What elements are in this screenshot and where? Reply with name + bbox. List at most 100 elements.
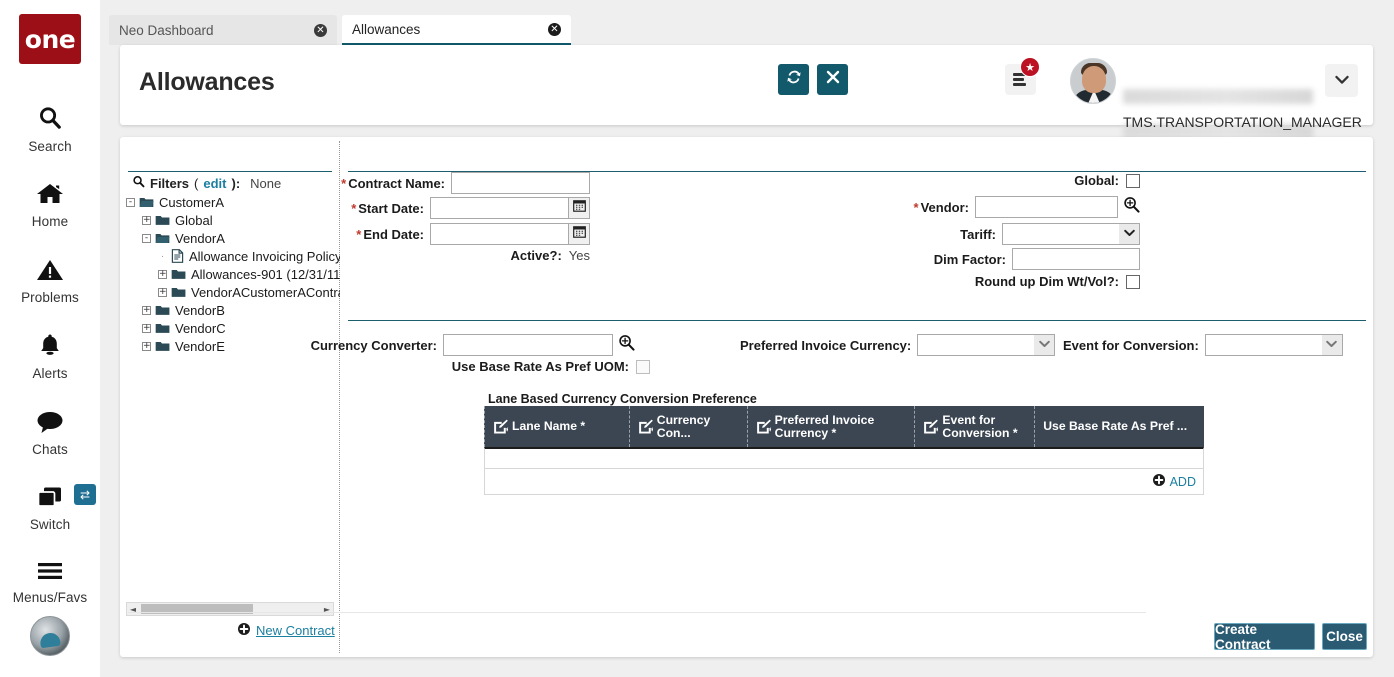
refresh-button[interactable] bbox=[778, 64, 809, 95]
vendor-label: *Vendor: bbox=[914, 200, 969, 215]
close-page-button[interactable] bbox=[817, 64, 848, 95]
rail-item-menus-favs[interactable]: Menus/Favs bbox=[0, 560, 100, 605]
tariff-dropdown-button[interactable] bbox=[1119, 223, 1140, 245]
tree-node-allowance-invoicing-policy[interactable]: · Allowance Invoicing Policy bbox=[126, 247, 340, 265]
tree-node-customera[interactable]: - CustomerA bbox=[126, 193, 340, 211]
folder-open-icon bbox=[139, 196, 154, 208]
rail-item-home[interactable]: Home bbox=[0, 182, 100, 229]
bell-icon bbox=[38, 333, 62, 362]
grid-col-label: Event for Conversion * bbox=[942, 414, 1030, 440]
tab-neo-dashboard-close-icon[interactable]: ✕ bbox=[314, 24, 327, 37]
preferred-invoice-currency-dropdown-button[interactable] bbox=[1034, 334, 1055, 356]
dim-factor-input[interactable] bbox=[1012, 248, 1140, 270]
tree-toggle-icon[interactable]: - bbox=[126, 198, 135, 207]
filters-paren-close: ): bbox=[231, 176, 240, 191]
rail-item-problems[interactable]: Problems bbox=[0, 258, 100, 305]
tree-node-vendorc[interactable]: + VendorC bbox=[126, 319, 340, 337]
tree-toggle-icon[interactable]: + bbox=[158, 270, 167, 279]
tree-toggle-icon[interactable]: + bbox=[142, 306, 151, 315]
calendar-icon bbox=[573, 225, 586, 243]
event-for-conversion-dropdown-button[interactable] bbox=[1322, 334, 1343, 356]
svg-text:*: * bbox=[936, 427, 938, 434]
svg-text:*: * bbox=[650, 427, 652, 434]
vendor-input[interactable] bbox=[975, 196, 1118, 218]
chevron-down-icon bbox=[1335, 72, 1349, 90]
tree-toggle-icon[interactable]: + bbox=[158, 288, 167, 297]
new-contract-label[interactable]: New Contract bbox=[256, 623, 335, 638]
preferred-invoice-currency-input[interactable] bbox=[917, 334, 1034, 356]
tree-node-vendora[interactable]: - VendorA bbox=[126, 229, 340, 247]
tab-allowances-close-icon[interactable]: ✕ bbox=[548, 23, 561, 36]
vendor-field: *Vendor: bbox=[940, 196, 1140, 218]
tree-node-global[interactable]: + Global bbox=[126, 211, 340, 229]
rail-item-chats[interactable]: Chats bbox=[0, 410, 100, 457]
tab-allowances-label: Allowances bbox=[352, 22, 522, 37]
switch-toggle-badge[interactable]: ⇄ bbox=[74, 484, 96, 505]
create-contract-button[interactable]: Create Contract bbox=[1214, 623, 1315, 650]
tree-node-allowances-901[interactable]: + Allowances-901 (12/31/11 - 12 bbox=[126, 265, 340, 283]
tree-node-label: CustomerA bbox=[159, 195, 224, 210]
folder-icon bbox=[171, 286, 186, 298]
tree-toggle-icon[interactable]: - bbox=[142, 234, 151, 243]
user-menu-button[interactable] bbox=[1325, 64, 1358, 97]
tariff-label: Tariff: bbox=[960, 227, 996, 242]
lane-currency-grid: * Lane Name * * Currency Con... bbox=[484, 406, 1204, 495]
tab-allowances[interactable]: Allowances ✕ bbox=[342, 15, 571, 45]
switch-badge-icon: ⇄ bbox=[80, 488, 90, 502]
contract-name-input[interactable] bbox=[451, 172, 590, 194]
grid-col-currency-converter[interactable]: * Currency Con... bbox=[629, 406, 747, 447]
start-date-label: *Start Date: bbox=[351, 201, 424, 216]
search-icon bbox=[132, 175, 145, 191]
user-role-label: TMS.TRANSPORTATION_MANAGER bbox=[1123, 114, 1362, 130]
close-label: Close bbox=[1326, 629, 1363, 644]
edit-pencil-icon: * bbox=[756, 419, 771, 434]
round-up-dim-checkbox[interactable] bbox=[1126, 275, 1140, 289]
end-date-calendar-button[interactable] bbox=[569, 223, 590, 245]
currency-converter-input[interactable] bbox=[443, 334, 613, 356]
tree-node-vendorb[interactable]: + VendorB bbox=[126, 301, 340, 319]
start-date-input[interactable] bbox=[430, 197, 569, 219]
rail-user-avatar[interactable] bbox=[30, 616, 70, 656]
magnifier-plus-icon bbox=[1123, 196, 1140, 218]
grid-add-row-button[interactable]: ADD bbox=[1153, 474, 1196, 489]
warning-icon bbox=[36, 258, 64, 286]
tree-node-vendoracustomeracontract[interactable]: + VendorACustomerAContract-C bbox=[126, 283, 340, 301]
grid-add-label: ADD bbox=[1170, 475, 1196, 489]
global-checkbox[interactable] bbox=[1126, 174, 1140, 188]
tree-toggle-icon[interactable]: + bbox=[142, 342, 151, 351]
user-org-blurred-top bbox=[1123, 89, 1313, 104]
grid-col-use-base-rate[interactable]: Use Base Rate As Pref ... bbox=[1034, 406, 1203, 447]
filters-value: None bbox=[250, 176, 281, 191]
tree-node-label: Allowances-901 (12/31/11 - 12 bbox=[191, 267, 340, 282]
tree-node-label: Global bbox=[175, 213, 213, 228]
avatar[interactable] bbox=[1070, 58, 1116, 104]
tree-horizontal-scrollbar[interactable]: ◄ ► bbox=[126, 602, 334, 616]
vendor-lookup-button[interactable] bbox=[1123, 196, 1140, 218]
tariff-input[interactable] bbox=[1002, 223, 1119, 245]
end-date-input[interactable] bbox=[430, 223, 569, 245]
folder-icon bbox=[155, 304, 170, 316]
filters-edit-link[interactable]: edit bbox=[203, 176, 226, 191]
active-value: Yes bbox=[569, 248, 590, 263]
rail-label-search: Search bbox=[28, 139, 71, 154]
grid-col-preferred-invoice-currency[interactable]: * Preferred Invoice Currency * bbox=[747, 406, 915, 447]
start-date-calendar-button[interactable] bbox=[569, 197, 590, 219]
end-date-field: *End Date: bbox=[340, 223, 590, 245]
grid-col-event-for-conversion[interactable]: * Event for Conversion * bbox=[914, 406, 1034, 447]
currency-converter-lookup-button[interactable] bbox=[618, 334, 635, 356]
grid-col-lane-name[interactable]: * Lane Name * bbox=[484, 406, 629, 447]
tree-node-vendore[interactable]: + VendorE bbox=[126, 337, 340, 355]
rail-label-alerts: Alerts bbox=[32, 366, 67, 381]
tree-toggle-icon[interactable]: + bbox=[142, 216, 151, 225]
create-contract-label: Create Contract bbox=[1215, 622, 1314, 652]
use-base-rate-checkbox[interactable] bbox=[636, 360, 650, 374]
tree-toggle-icon[interactable]: + bbox=[142, 324, 151, 333]
event-for-conversion-input[interactable] bbox=[1205, 334, 1322, 356]
rail-item-alerts[interactable]: Alerts bbox=[0, 333, 100, 381]
one-network-logo[interactable]: one bbox=[19, 14, 81, 64]
star-badge-icon[interactable]: ★ bbox=[1020, 57, 1040, 77]
rail-item-search[interactable]: Search bbox=[0, 105, 100, 154]
close-button[interactable]: Close bbox=[1322, 623, 1367, 650]
tab-neo-dashboard[interactable]: Neo Dashboard ✕ bbox=[109, 15, 337, 45]
new-contract-button[interactable]: New Contract bbox=[238, 623, 335, 638]
